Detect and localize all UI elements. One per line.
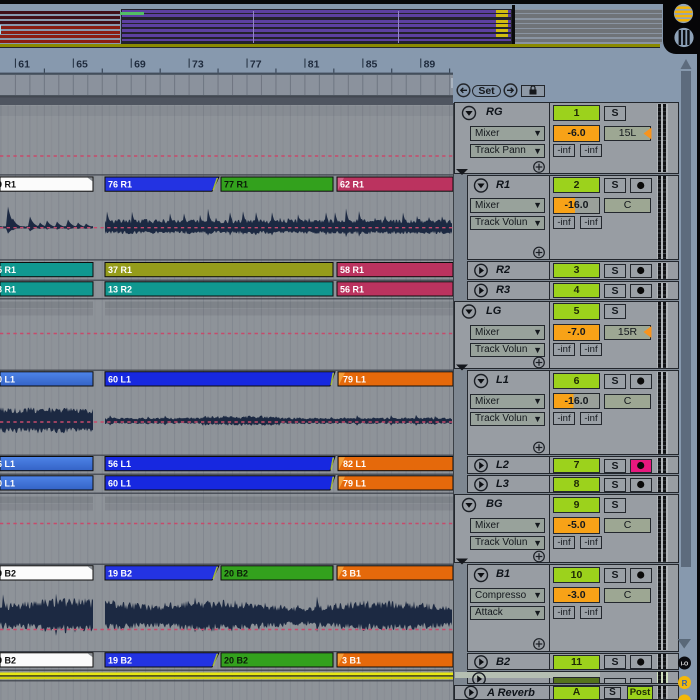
svg-text:76 R1: 76 R1 — [108, 180, 132, 190]
svg-text:77: 77 — [250, 59, 262, 71]
svg-text:82 L1: 82 L1 — [343, 459, 366, 469]
svg-text:58 R1: 58 R1 — [340, 265, 364, 275]
svg-text:19 B2: 19 B2 — [108, 568, 132, 578]
svg-text:5 R1: 5 R1 — [0, 265, 16, 275]
svg-text:20 B2: 20 B2 — [224, 568, 248, 578]
svg-text:69: 69 — [134, 59, 146, 71]
svg-text:61: 61 — [18, 59, 30, 71]
svg-text:37 R1: 37 R1 — [108, 265, 132, 275]
svg-text:56 L1: 56 L1 — [108, 459, 131, 469]
svg-text:0 L1: 0 L1 — [0, 374, 15, 384]
svg-text:77 R1: 77 R1 — [224, 180, 248, 190]
svg-text:81: 81 — [308, 59, 320, 71]
svg-text:65: 65 — [76, 59, 88, 71]
svg-text:62 R1: 62 R1 — [340, 180, 364, 190]
svg-text:6 L1: 6 L1 — [0, 459, 15, 469]
svg-text:60 L1: 60 L1 — [108, 374, 131, 384]
svg-text:56 R1: 56 R1 — [340, 284, 364, 294]
svg-text:3 B1: 3 B1 — [342, 568, 361, 578]
svg-text:19 B2: 19 B2 — [108, 655, 132, 665]
svg-text:60 L1: 60 L1 — [108, 478, 131, 488]
svg-text:85: 85 — [366, 59, 378, 71]
svg-text:73: 73 — [192, 59, 204, 71]
svg-text:79 L1: 79 L1 — [343, 374, 366, 384]
svg-text:89: 89 — [424, 59, 436, 71]
svg-text:20 B2: 20 B2 — [224, 655, 248, 665]
svg-text:13 R2: 13 R2 — [108, 284, 132, 294]
svg-text:0 R1: 0 R1 — [0, 180, 16, 190]
svg-text:79 L1: 79 L1 — [343, 478, 366, 488]
svg-text:9 B2: 9 B2 — [0, 568, 16, 578]
svg-text:3 B1: 3 B1 — [342, 655, 361, 665]
svg-text:0 L1: 0 L1 — [0, 478, 15, 488]
svg-text:3 R1: 3 R1 — [0, 284, 16, 294]
svg-text:9 B2: 9 B2 — [0, 655, 16, 665]
